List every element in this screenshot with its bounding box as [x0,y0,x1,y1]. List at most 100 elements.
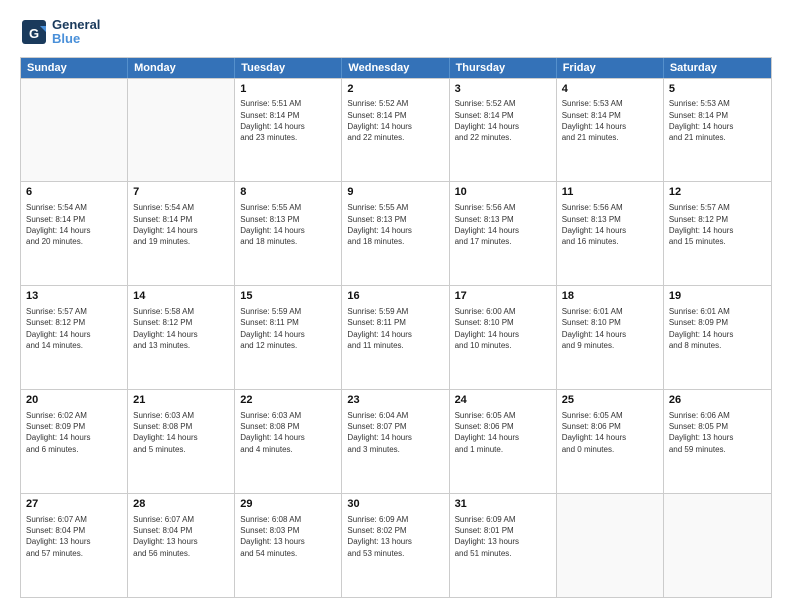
day-cell-22: 22Sunrise: 6:03 AM Sunset: 8:08 PM Dayli… [235,390,342,493]
day-info: Sunrise: 6:05 AM Sunset: 8:06 PM Dayligh… [455,410,551,455]
day-info: Sunrise: 5:59 AM Sunset: 8:11 PM Dayligh… [240,306,336,351]
day-cell-30: 30 Sunrise: 6:09 AM Sunset: 8:02 PM Dayli… [342,494,449,597]
day-cell-5: 5Sunrise: 5:53 AM Sunset: 8:14 PM Daylig… [664,79,771,182]
day-number: 3 [455,82,551,97]
empty-cell-4-6 [664,494,771,597]
day-cell-7: 7Sunrise: 5:54 AM Sunset: 8:14 PM Daylig… [128,182,235,285]
weekday-header-tuesday: Tuesday [235,58,342,78]
day-number: 6 [26,185,122,200]
calendar: SundayMondayTuesdayWednesdayThursdayFrid… [20,57,772,598]
day-info: Sunrise: 5:53 AM Sunset: 8:14 PM Dayligh… [669,98,766,143]
day-info: Sunrise: 6:09 AM Sunset: 8:02 PM Dayligh… [347,514,443,559]
day-number: 9 [347,185,443,200]
day-cell-23: 23 Sunrise: 6:04 AM Sunset: 8:07 PM Dayli… [342,390,449,493]
day-info: Sunrise: 6:07 AM Sunset: 8:04 PM Dayligh… [26,514,122,559]
day-info: Sunrise: 5:57 AM Sunset: 8:12 PM Dayligh… [669,202,766,247]
logo-icon: G [20,18,48,46]
calendar-row-1: 1Sunrise: 5:51 AM Sunset: 8:14 PM Daylig… [21,78,771,182]
page-header: G General Blue [20,18,772,47]
day-cell-9: 9 Sunrise: 5:55 AM Sunset: 8:13 PM Daylig… [342,182,449,285]
day-info: Sunrise: 6:09 AM Sunset: 8:01 PM Dayligh… [455,514,551,559]
day-number: 12 [669,185,766,200]
day-cell-2: 2Sunrise: 5:52 AM Sunset: 8:14 PM Daylig… [342,79,449,182]
day-info: Sunrise: 5:56 AM Sunset: 8:13 PM Dayligh… [455,202,551,247]
calendar-body: 1Sunrise: 5:51 AM Sunset: 8:14 PM Daylig… [21,78,771,597]
day-info: Sunrise: 5:54 AM Sunset: 8:14 PM Dayligh… [133,202,229,247]
calendar-row-2: 6 Sunrise: 5:54 AM Sunset: 8:14 PM Daylig… [21,181,771,285]
day-info: Sunrise: 6:04 AM Sunset: 8:07 PM Dayligh… [347,410,443,455]
day-info: Sunrise: 5:57 AM Sunset: 8:12 PM Dayligh… [26,306,122,351]
day-number: 25 [562,393,658,408]
day-info: Sunrise: 6:05 AM Sunset: 8:06 PM Dayligh… [562,410,658,455]
day-number: 22 [240,393,336,408]
day-cell-31: 31 Sunrise: 6:09 AM Sunset: 8:01 PM Dayli… [450,494,557,597]
day-number: 24 [455,393,551,408]
day-info: Sunrise: 5:54 AM Sunset: 8:14 PM Dayligh… [26,202,122,247]
weekday-header-wednesday: Wednesday [342,58,449,78]
day-cell-13: 13 Sunrise: 5:57 AM Sunset: 8:12 PM Dayli… [21,286,128,389]
svg-text:G: G [29,26,39,41]
day-number: 1 [240,82,336,97]
day-info: Sunrise: 5:53 AM Sunset: 8:14 PM Dayligh… [562,98,658,143]
day-cell-18: 18 Sunrise: 6:01 AM Sunset: 8:10 PM Dayli… [557,286,664,389]
day-info: Sunrise: 6:07 AM Sunset: 8:04 PM Dayligh… [133,514,229,559]
calendar-header: SundayMondayTuesdayWednesdayThursdayFrid… [21,58,771,78]
weekday-header-saturday: Saturday [664,58,771,78]
day-number: 19 [669,289,766,304]
day-info: Sunrise: 6:08 AM Sunset: 8:03 PM Dayligh… [240,514,336,559]
day-cell-4: 4Sunrise: 5:53 AM Sunset: 8:14 PM Daylig… [557,79,664,182]
logo-line2: Blue [52,32,100,46]
day-number: 20 [26,393,122,408]
calendar-row-4: 20Sunrise: 6:02 AM Sunset: 8:09 PM Dayli… [21,389,771,493]
day-number: 14 [133,289,229,304]
day-number: 26 [669,393,766,408]
empty-cell-0-0 [21,79,128,182]
day-number: 23 [347,393,443,408]
day-info: Sunrise: 6:01 AM Sunset: 8:09 PM Dayligh… [669,306,766,351]
day-cell-25: 25 Sunrise: 6:05 AM Sunset: 8:06 PM Dayli… [557,390,664,493]
day-number: 16 [347,289,443,304]
day-cell-20: 20Sunrise: 6:02 AM Sunset: 8:09 PM Dayli… [21,390,128,493]
day-number: 17 [455,289,551,304]
day-number: 27 [26,497,122,512]
day-number: 30 [347,497,443,512]
day-cell-12: 12 Sunrise: 5:57 AM Sunset: 8:12 PM Dayli… [664,182,771,285]
day-cell-10: 10Sunrise: 5:56 AM Sunset: 8:13 PM Dayli… [450,182,557,285]
calendar-row-3: 13 Sunrise: 5:57 AM Sunset: 8:12 PM Dayli… [21,285,771,389]
day-number: 11 [562,185,658,200]
calendar-row-5: 27 Sunrise: 6:07 AM Sunset: 8:04 PM Dayli… [21,493,771,597]
day-info: Sunrise: 6:03 AM Sunset: 8:08 PM Dayligh… [133,410,229,455]
day-cell-17: 17 Sunrise: 6:00 AM Sunset: 8:10 PM Dayli… [450,286,557,389]
logo-line1: General [52,18,100,32]
day-info: Sunrise: 5:55 AM Sunset: 8:13 PM Dayligh… [240,202,336,247]
day-number: 29 [240,497,336,512]
day-number: 15 [240,289,336,304]
empty-cell-4-5 [557,494,664,597]
day-cell-8: 8 Sunrise: 5:55 AM Sunset: 8:13 PM Daylig… [235,182,342,285]
day-info: Sunrise: 6:00 AM Sunset: 8:10 PM Dayligh… [455,306,551,351]
day-info: Sunrise: 5:52 AM Sunset: 8:14 PM Dayligh… [347,98,443,143]
weekday-header-sunday: Sunday [21,58,128,78]
day-cell-6: 6 Sunrise: 5:54 AM Sunset: 8:14 PM Daylig… [21,182,128,285]
weekday-header-friday: Friday [557,58,664,78]
day-cell-27: 27 Sunrise: 6:07 AM Sunset: 8:04 PM Dayli… [21,494,128,597]
day-cell-15: 15 Sunrise: 5:59 AM Sunset: 8:11 PM Dayli… [235,286,342,389]
day-cell-11: 11Sunrise: 5:56 AM Sunset: 8:13 PM Dayli… [557,182,664,285]
day-number: 5 [669,82,766,97]
day-info: Sunrise: 5:59 AM Sunset: 8:11 PM Dayligh… [347,306,443,351]
day-number: 31 [455,497,551,512]
day-cell-24: 24 Sunrise: 6:05 AM Sunset: 8:06 PM Dayli… [450,390,557,493]
day-number: 18 [562,289,658,304]
day-cell-3: 3Sunrise: 5:52 AM Sunset: 8:14 PM Daylig… [450,79,557,182]
empty-cell-0-1 [128,79,235,182]
day-info: Sunrise: 6:01 AM Sunset: 8:10 PM Dayligh… [562,306,658,351]
day-cell-26: 26 Sunrise: 6:06 AM Sunset: 8:05 PM Dayli… [664,390,771,493]
day-cell-14: 14Sunrise: 5:58 AM Sunset: 8:12 PM Dayli… [128,286,235,389]
day-number: 8 [240,185,336,200]
day-info: Sunrise: 6:06 AM Sunset: 8:05 PM Dayligh… [669,410,766,455]
day-number: 2 [347,82,443,97]
day-number: 13 [26,289,122,304]
day-info: Sunrise: 5:55 AM Sunset: 8:13 PM Dayligh… [347,202,443,247]
weekday-header-monday: Monday [128,58,235,78]
day-number: 4 [562,82,658,97]
